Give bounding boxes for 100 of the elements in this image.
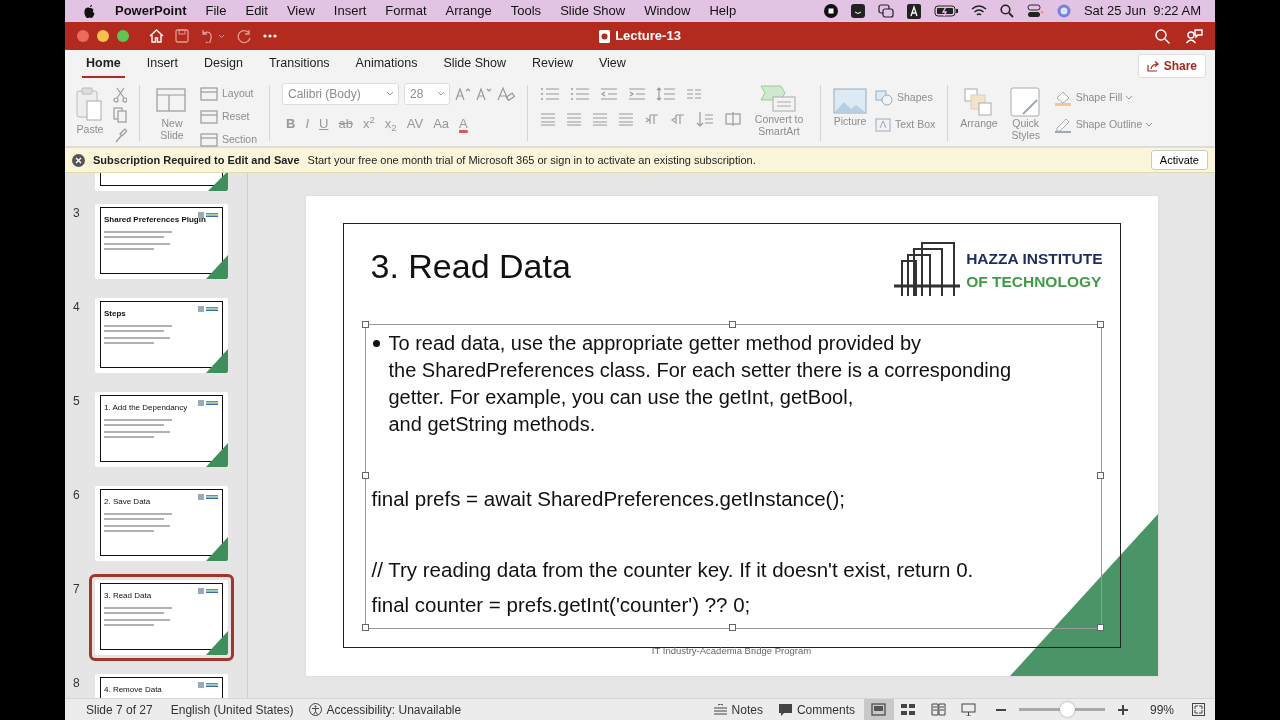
toggle-icon[interactable]	[1026, 4, 1044, 18]
slide-corner-drawing	[206, 537, 228, 561]
resize-handle[interactable]	[361, 472, 369, 479]
ribbon-tab[interactable]: Slide Show	[430, 54, 519, 78]
app-name-menu[interactable]: PowerPoint	[115, 1, 187, 21]
zoom-in-icon[interactable]	[1117, 704, 1128, 715]
slide-number: 4	[73, 299, 81, 316]
arrange-icon	[963, 87, 995, 117]
thumbnail-text-drawing	[104, 605, 174, 629]
menu-item[interactable]: File	[205, 1, 227, 21]
thumbnail-text-drawing	[104, 323, 174, 347]
bullet-text: To read data, use the appropriate getter method provided by the SharedPreferences class. For each setter there is a corresponding getter. For example, you can use the getInt, getBool, and getString methods.	[388, 330, 1012, 437]
institute-logo-icon	[894, 240, 963, 299]
face-icon[interactable]	[850, 4, 865, 18]
minimize-window-button[interactable]	[97, 30, 109, 42]
quick-styles-icon	[1008, 87, 1043, 117]
code-line: final counter = prefs.getInt('counter') ?? 0;	[371, 592, 751, 618]
slide-thumbnail[interactable]: 3. Read Data	[89, 574, 234, 661]
ribbon-tab[interactable]: Review	[519, 54, 586, 78]
zoom-percent[interactable]: 99%	[1149, 700, 1174, 719]
caret-icon	[387, 92, 394, 96]
ribbon-tab[interactable]: Design	[191, 54, 256, 78]
share-button[interactable]: Share	[1137, 54, 1206, 78]
resize-handle[interactable]	[729, 623, 736, 631]
slide-corner-drawing	[206, 255, 228, 279]
menu-item[interactable]: Format	[385, 1, 427, 21]
logo-icon	[198, 682, 218, 688]
comment-icon	[778, 703, 792, 716]
slide-number: 7	[73, 581, 81, 598]
fit-to-window-icon[interactable]	[1192, 703, 1205, 716]
shapes-icon	[875, 89, 894, 106]
caret-icon	[438, 92, 445, 96]
slide-number: 5	[73, 393, 81, 410]
logo-icon	[198, 212, 218, 218]
menu-item[interactable]: Arrange	[445, 1, 492, 21]
search-icon[interactable]	[999, 4, 1014, 18]
resize-handle[interactable]	[1096, 623, 1104, 631]
ribbon-tab[interactable]: Insert	[133, 54, 191, 78]
normal-view-button[interactable]	[863, 699, 894, 720]
slide-number: 6	[73, 487, 81, 504]
slide-corner-drawing	[206, 631, 228, 655]
menu-item[interactable]: Window	[644, 1, 691, 21]
comments-button[interactable]: Comments	[778, 700, 855, 719]
text-box-icon	[875, 116, 892, 133]
wifi-icon[interactable]	[970, 5, 987, 17]
code-line: final prefs = await SharedPreferences.getInstance();	[371, 485, 845, 512]
layout-icon	[200, 131, 218, 148]
view-icon	[961, 703, 977, 716]
menu-item[interactable]: View	[286, 1, 315, 21]
resize-handle[interactable]	[729, 320, 736, 328]
menu-item[interactable]: Edit	[245, 1, 268, 21]
home-icon[interactable]	[149, 29, 164, 43]
clock-text: Sat 25 Jun 9:22 AM	[1083, 2, 1201, 21]
close-window-button[interactable]	[77, 30, 89, 42]
ribbon-tab[interactable]: View	[586, 54, 639, 78]
pen-icon	[1053, 116, 1072, 133]
share-icon	[1146, 60, 1159, 72]
ribbon-tab[interactable]: Transitions	[255, 54, 343, 78]
slide-corner-drawing	[206, 443, 228, 467]
slide-number: 3	[73, 205, 81, 222]
slide-title: 3. Read Data	[370, 245, 571, 287]
language-text[interactable]: English (United States)	[170, 700, 294, 719]
stop-icon[interactable]	[823, 4, 838, 18]
resize-handle[interactable]	[361, 320, 369, 328]
apple-icon[interactable]	[83, 3, 96, 19]
search-icon[interactable]	[1155, 28, 1170, 44]
activate-button[interactable]: Activate	[1150, 149, 1208, 171]
zoom-window-button[interactable]	[117, 30, 129, 42]
accessibility-text[interactable]: Accessibility: Unavailable	[326, 700, 462, 719]
battery-icon[interactable]	[933, 5, 958, 17]
layout-icon	[200, 108, 218, 125]
menu-item[interactable]: Insert	[333, 1, 367, 21]
ribbon-tab[interactable]: Animations	[342, 54, 431, 78]
accessibility-icon	[309, 703, 323, 716]
slider-thumb[interactable]	[1059, 702, 1075, 717]
caret-icon	[1146, 122, 1153, 127]
redo-icon[interactable]	[237, 28, 252, 44]
presentation-file-icon	[599, 29, 611, 43]
notes-icon	[713, 704, 727, 715]
more-icon[interactable]	[263, 34, 277, 38]
logo-icon	[198, 588, 218, 594]
picture-icon	[833, 87, 868, 115]
caret-icon	[1126, 95, 1133, 100]
save-icon[interactable]	[175, 29, 189, 43]
menu-item[interactable]: Tools	[510, 1, 542, 21]
close-icon[interactable]	[72, 153, 85, 167]
menu-item[interactable]: Help	[709, 1, 737, 21]
resize-handle[interactable]	[1096, 472, 1104, 479]
resize-handle[interactable]	[1096, 320, 1104, 328]
circle-gradient-icon[interactable]	[1056, 4, 1071, 18]
keyboard-input-icon[interactable]	[906, 3, 921, 19]
notes-button[interactable]: Notes	[713, 700, 763, 719]
resize-handle[interactable]	[361, 623, 369, 631]
thumbnail-title: Steps	[104, 309, 126, 318]
undo-icon[interactable]	[200, 29, 226, 43]
menu-item[interactable]: Slide Show	[560, 1, 626, 21]
view-icon	[931, 703, 947, 716]
windows-icon[interactable]	[877, 4, 894, 18]
collaborate-icon[interactable]	[1186, 28, 1203, 44]
ribbon-tab[interactable]: Home	[73, 54, 134, 78]
